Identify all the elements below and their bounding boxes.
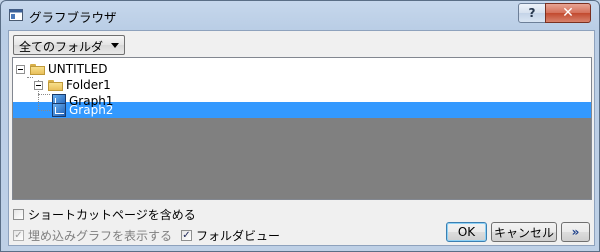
folder-icon	[30, 63, 45, 75]
close-button[interactable]: ✕	[545, 3, 591, 23]
tree-item-label: Folder1	[66, 78, 111, 92]
show-embedded-checkbox: ✓ 埋め込みグラフを表示する	[13, 227, 172, 244]
tree-item-label: Graph2	[69, 103, 114, 117]
include-shortcut-checkbox[interactable]: ショートカットページを含める	[13, 206, 196, 223]
graph-tree[interactable]: UNTITLED Folder1 Graph1 Graph2	[12, 57, 592, 200]
checkbox-box[interactable]	[13, 209, 24, 220]
folder-view-checkbox[interactable]: ✓ フォルダビュー	[181, 227, 280, 244]
tree-item-untitled[interactable]: UNTITLED	[16, 61, 107, 77]
expand-more-button[interactable]: »	[561, 222, 590, 242]
collapse-icon[interactable]	[34, 80, 43, 90]
cancel-button[interactable]: キャンセル	[491, 222, 557, 242]
tree-item-graph2[interactable]: Graph2	[52, 102, 113, 118]
graph-icon	[52, 103, 66, 117]
collapse-icon[interactable]	[16, 64, 25, 74]
show-embedded-label: 埋め込みグラフを表示する	[28, 229, 173, 243]
window-title: グラフブラウザ	[29, 10, 117, 25]
close-icon: ✕	[562, 5, 574, 21]
folder-filter-dropdown[interactable]: 全てのフォルダ	[13, 35, 125, 55]
tree-connector	[38, 110, 50, 111]
checkmark-icon: ✓	[13, 230, 24, 241]
double-chevron-right-icon: »	[571, 225, 580, 239]
help-icon: ?	[528, 6, 536, 20]
tree-item-folder1[interactable]: Folder1	[34, 77, 111, 93]
title-bar[interactable]: グラフブラウザ ? ✕	[1, 1, 599, 29]
tree-connector	[27, 77, 33, 78]
graph-browser-window: グラフブラウザ ? ✕ 全てのフォルダ UNTITLED Folder1 Gra…	[0, 0, 600, 252]
tree-item-label: UNTITLED	[48, 62, 108, 76]
folder-view-label: フォルダビュー	[196, 229, 281, 243]
ok-button[interactable]: OK	[446, 222, 487, 242]
dialog-body: 全てのフォルダ UNTITLED Folder1 Graph1 Graph2 シ…	[8, 30, 595, 246]
chevron-down-icon	[111, 43, 119, 48]
checkmark-icon[interactable]: ✓	[181, 230, 192, 241]
app-window-icon	[9, 8, 23, 22]
include-shortcut-label: ショートカットページを含める	[28, 208, 196, 222]
tree-connector	[38, 94, 50, 95]
help-button[interactable]: ?	[518, 3, 546, 23]
folder-icon	[48, 79, 63, 91]
folder-filter-value: 全てのフォルダ	[19, 40, 104, 54]
